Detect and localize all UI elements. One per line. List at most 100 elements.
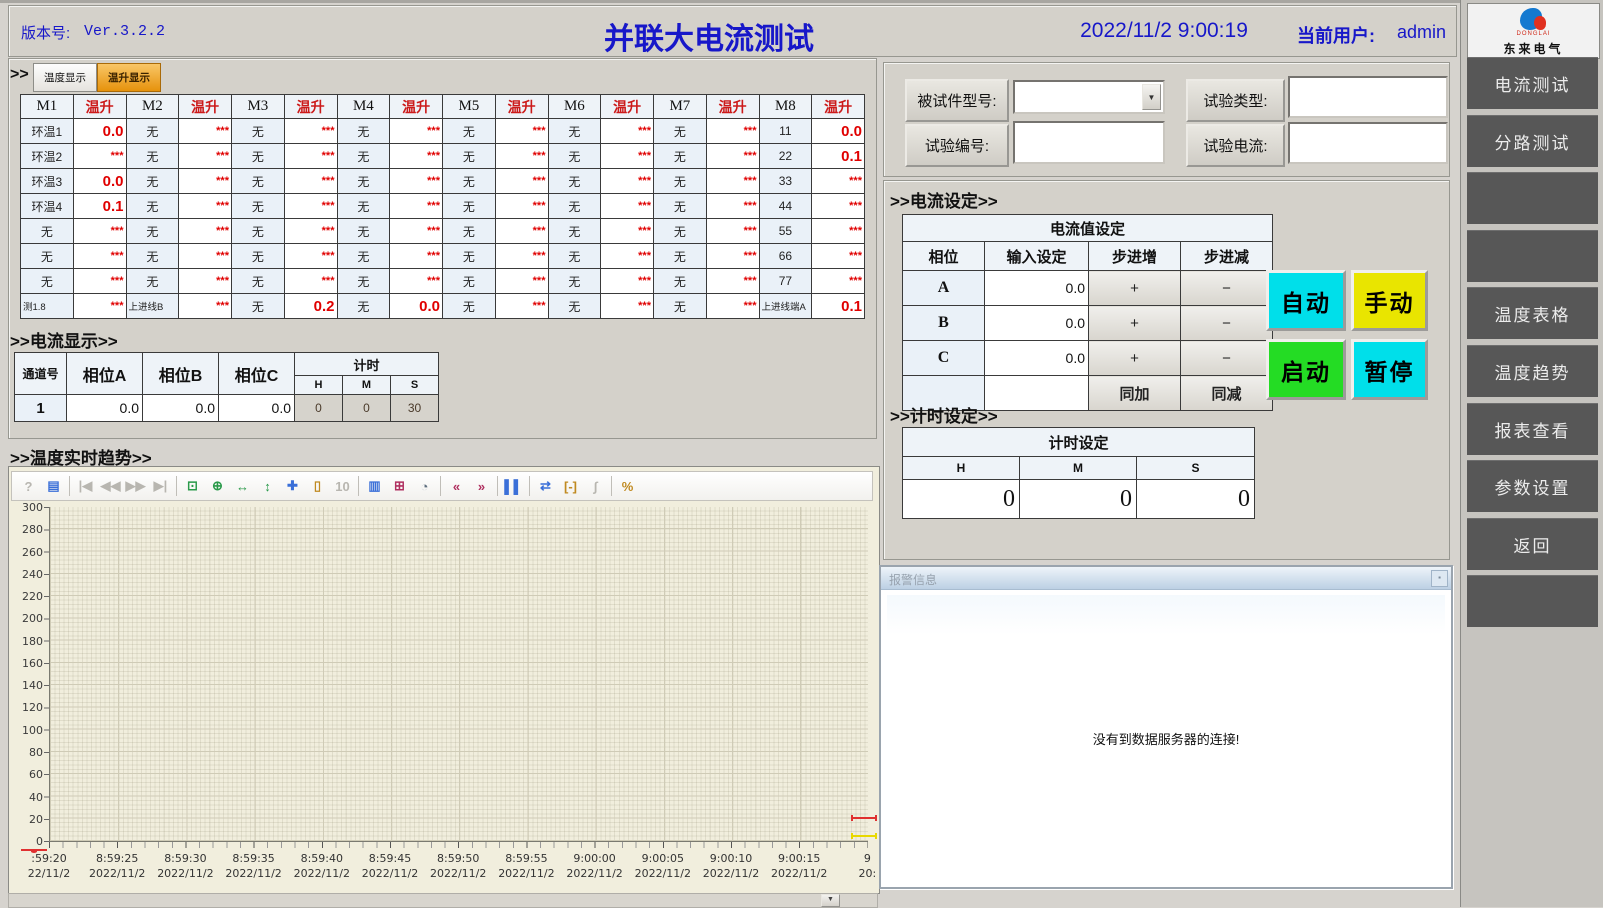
- horizontal-scrollbar[interactable]: ▼: [8, 893, 878, 908]
- tab-temperature-rise-display[interactable]: 温升显示: [97, 63, 161, 92]
- test-no-input[interactable]: [1013, 121, 1165, 164]
- all-step-up-button[interactable]: 同加: [1089, 376, 1181, 411]
- sidebar-item-电流测试[interactable]: 电流测试: [1467, 57, 1598, 109]
- alarm-panel-button[interactable]: ▪: [1431, 570, 1448, 587]
- sidebar-item-温度趋势[interactable]: 温度趋势: [1467, 345, 1598, 397]
- measure-point-name: 无: [337, 194, 390, 219]
- rise-value: ***: [390, 119, 443, 144]
- timer-set-m-value[interactable]: 0: [1020, 480, 1137, 519]
- sidebar-item-返回[interactable]: 返回: [1467, 518, 1598, 570]
- rise-value: ***: [495, 144, 548, 169]
- measure-point-name: 无: [232, 219, 285, 244]
- step-down-button[interactable]: −: [1181, 341, 1273, 376]
- measure-point-name: 无: [654, 269, 707, 294]
- pause-icon[interactable]: ▌▌: [501, 475, 526, 497]
- rise-value: ***: [179, 244, 232, 269]
- phase-input-value[interactable]: 0.0: [985, 306, 1089, 341]
- timer-s-value: 30: [391, 395, 439, 422]
- toolbar-separator: [358, 476, 359, 496]
- measure-col-header: M7: [654, 95, 707, 119]
- chart-add-icon[interactable]: ⊞: [387, 475, 412, 497]
- measure-point-name: 无: [232, 144, 285, 169]
- chart-plot-area[interactable]: [49, 507, 868, 842]
- current-display-row: 1 0.0 0.0 0.0 0 0 30: [15, 395, 439, 422]
- table-row: 环温30.0无***无***无***无***无***无***33***: [21, 169, 865, 194]
- measure-point-name: 无: [126, 269, 179, 294]
- measure-point-name: 33: [759, 169, 812, 194]
- measure-point-name: 无: [337, 269, 390, 294]
- step-down-button[interactable]: −: [1181, 306, 1273, 341]
- zoom-box-icon[interactable]: ⊡: [180, 475, 205, 497]
- rise-value: ***: [706, 269, 759, 294]
- rise-value: ***: [601, 219, 654, 244]
- sidebar-item-温度表格[interactable]: 温度表格: [1467, 287, 1598, 339]
- timer-set-s-value[interactable]: 0: [1137, 480, 1255, 519]
- pan-icon[interactable]: ✚: [280, 475, 305, 497]
- phase-input-value[interactable]: 0.0: [985, 341, 1089, 376]
- auto-button[interactable]: 自动: [1266, 270, 1346, 331]
- percent-icon[interactable]: %: [615, 475, 640, 497]
- start-button[interactable]: 启动: [1266, 339, 1346, 400]
- step-up-button[interactable]: +: [1089, 341, 1181, 376]
- y-tick-label: 60: [13, 768, 43, 781]
- measure-point-name: 环温1: [21, 119, 74, 144]
- step-up-button[interactable]: +: [1089, 271, 1181, 306]
- transfer-icon[interactable]: ⇄: [533, 475, 558, 497]
- rise-col-header: 温升: [390, 95, 443, 119]
- step-up-button[interactable]: +: [1089, 306, 1181, 341]
- timer-set-m-header: M: [1020, 457, 1137, 480]
- sidebar-item-参数设置[interactable]: 参数设置: [1467, 460, 1598, 512]
- timer-set-s-header: S: [1137, 457, 1255, 480]
- test-type-input[interactable]: [1288, 76, 1448, 118]
- toolbar-separator: [497, 476, 498, 496]
- temperature-rise-table-header: M1温升M2温升M3温升M4温升M5温升M6温升M7温升M8温升: [21, 95, 865, 119]
- zoom-in-icon[interactable]: ⊕: [205, 475, 230, 497]
- measure-point-name: 无: [337, 244, 390, 269]
- sidebar-item-报表查看[interactable]: 报表查看: [1467, 403, 1598, 455]
- device-model-combobox[interactable]: ▼: [1013, 80, 1165, 114]
- tab-temperature-display[interactable]: 温度显示: [33, 63, 97, 92]
- measure-point-name: 无: [548, 144, 601, 169]
- grid-10-icon: 10: [330, 475, 355, 497]
- rise-value: ***: [390, 219, 443, 244]
- chart-next-icon[interactable]: »: [469, 475, 494, 497]
- zoom-horizontal-icon[interactable]: ↔: [230, 475, 255, 497]
- clock-icon[interactable]: ◔: [412, 475, 437, 497]
- table-row: 环温10.0无***无***无***无***无***无***110.0: [21, 119, 865, 144]
- panels-icon[interactable]: ▥: [362, 475, 387, 497]
- measure-point-name: 环温4: [21, 194, 74, 219]
- ruler-icon[interactable]: ▯: [305, 475, 330, 497]
- all-step-down-button[interactable]: 同减: [1181, 376, 1273, 411]
- rise-value: ***: [495, 169, 548, 194]
- toolbar-separator: [69, 476, 70, 496]
- combobox-dropdown-icon[interactable]: ▼: [1142, 84, 1161, 110]
- timer-set-h-value[interactable]: 0: [903, 480, 1020, 519]
- pause-button[interactable]: 暂停: [1351, 339, 1428, 400]
- bracket-icon[interactable]: [-]: [558, 475, 583, 497]
- rise-value: 0.0: [73, 169, 126, 194]
- sidebar-item-blank-2: [1467, 172, 1598, 224]
- rise-value: ***: [390, 244, 443, 269]
- temperature-rise-table-body: 环温10.0无***无***无***无***无***无***110.0环温2**…: [21, 119, 865, 319]
- phase-input-value[interactable]: 0.0: [985, 271, 1089, 306]
- chart-prev-icon[interactable]: «: [444, 475, 469, 497]
- manual-button[interactable]: 手动: [1351, 270, 1428, 331]
- chart-cursor-marker[interactable]: [851, 817, 877, 819]
- rise-value: ***: [812, 269, 865, 294]
- rise-value: ***: [284, 219, 337, 244]
- scrollbar-down-button[interactable]: ▼: [821, 894, 840, 907]
- zoom-vertical-icon[interactable]: ↕: [255, 475, 280, 497]
- measure-point-name: 无: [443, 119, 496, 144]
- window-top-edge: [0, 0, 1603, 3]
- rise-value: ***: [706, 244, 759, 269]
- test-current-input[interactable]: [1288, 122, 1448, 164]
- sidebar-item-分路测试[interactable]: 分路测试: [1467, 115, 1598, 167]
- measure-point-name: 无: [337, 294, 390, 319]
- help-icon: ?: [16, 475, 41, 497]
- channel-value: 1: [15, 395, 67, 422]
- rise-value: 0.1: [812, 294, 865, 319]
- report-icon[interactable]: ▤: [41, 475, 66, 497]
- sidebar-item-blank-3: [1467, 230, 1598, 282]
- step-down-button[interactable]: −: [1181, 271, 1273, 306]
- input-blank-cell[interactable]: [985, 376, 1089, 411]
